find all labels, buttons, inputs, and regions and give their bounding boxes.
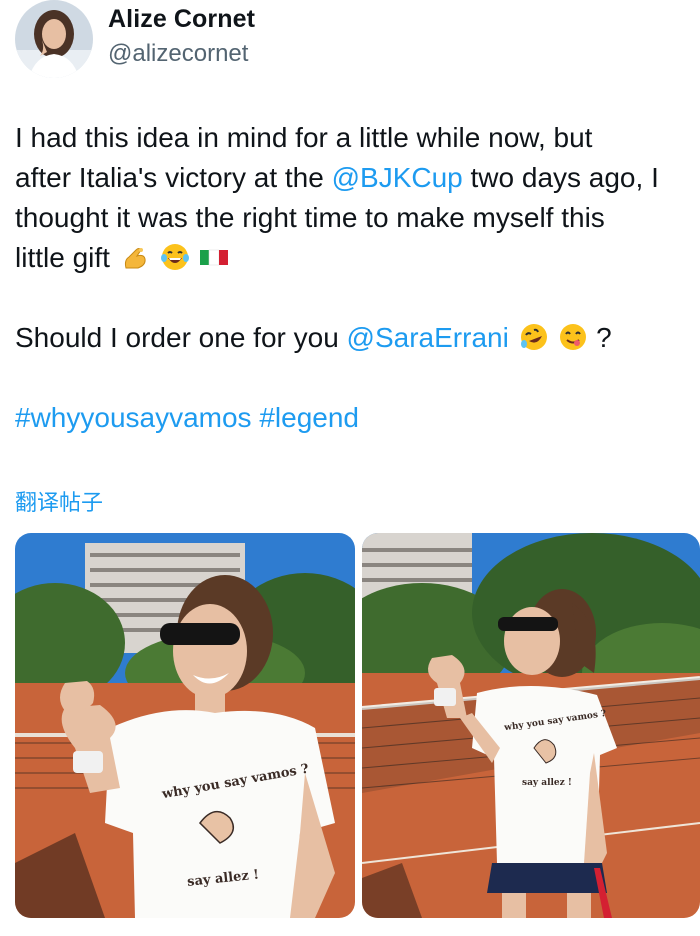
tweet-header: Alize Cornet @alizecornet xyxy=(15,0,685,80)
translate-post-link[interactable]: 翻译帖子 xyxy=(15,485,103,517)
tweet-photo-left[interactable]: why you say vamos ? say allez ! xyxy=(15,533,355,918)
pinched-fingers-icon xyxy=(120,242,150,272)
hashtag-line: #whyyousayvamos #legend xyxy=(15,398,690,438)
tweet-photo-right[interactable]: why you say vamos ? say allez ! xyxy=(362,533,700,918)
saraerrani-mention-link[interactable]: @SaraErrani xyxy=(347,322,509,353)
italy-flag-icon xyxy=(199,242,229,272)
tweet-text-segment: ? xyxy=(596,322,612,353)
tweet-text-segment: after Italia's victory at the xyxy=(15,162,332,193)
tweet-line: I had this idea in mind for a little whi… xyxy=(15,122,593,153)
tweet-text: I had this idea in mind for a little whi… xyxy=(15,118,690,438)
tweet-line: Should I order one for you @SaraErrani ? xyxy=(15,318,690,358)
hashtag-legend-link[interactable]: #legend xyxy=(259,402,359,433)
face-savoring-food-icon xyxy=(558,322,588,352)
tweet-line: after Italia's victory at the @BJKCup tw… xyxy=(15,158,690,198)
rolling-on-floor-laughing-icon xyxy=(519,322,549,352)
tweet-text-segment: two days ago, I xyxy=(462,162,659,193)
tweet-line: little gift xyxy=(15,238,690,278)
tears-of-joy-icon xyxy=(160,242,190,272)
tweet-line: thought it was the right time to make my… xyxy=(15,202,605,233)
hashtag-whyyousayvamos-link[interactable]: #whyyousayvamos xyxy=(15,402,252,433)
author-handle[interactable]: @alizecornet xyxy=(108,40,248,68)
avatar[interactable] xyxy=(15,0,93,78)
author-name[interactable]: Alize Cornet xyxy=(108,5,255,34)
right-shirt-line2: say allez ! xyxy=(522,778,572,788)
bjkcup-mention-link[interactable]: @BJKCup xyxy=(332,162,463,193)
tweet-text-segment: Should I order one for you xyxy=(15,322,347,353)
tweet-text-segment: little gift xyxy=(15,242,110,273)
